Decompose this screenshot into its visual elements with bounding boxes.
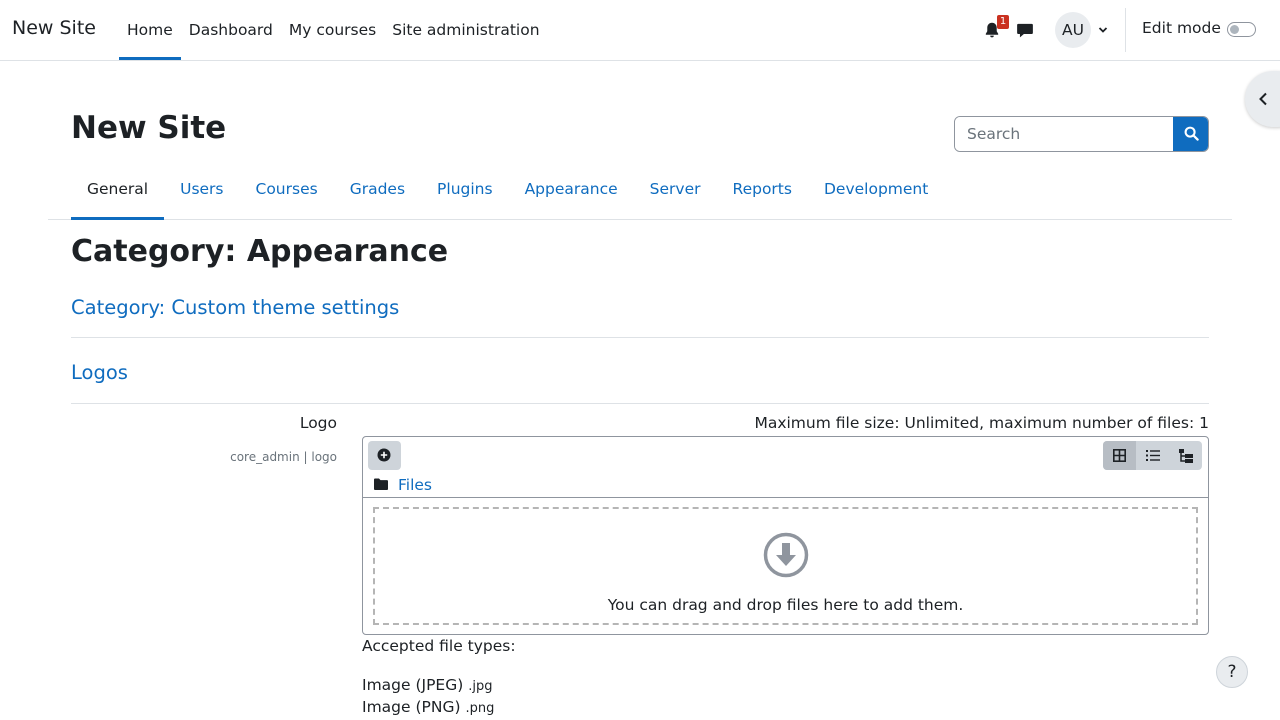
tab-grades[interactable]: Grades bbox=[334, 158, 421, 219]
notification-badge: 1 bbox=[997, 15, 1009, 29]
primary-nav: Home Dashboard My courses Site administr… bbox=[119, 0, 548, 60]
tab-server[interactable]: Server bbox=[634, 158, 717, 219]
nav-item-site-administration[interactable]: Site administration bbox=[384, 0, 547, 60]
file-type-item: Image (JPEG) .jpg bbox=[362, 676, 492, 694]
tab-courses[interactable]: Courses bbox=[240, 158, 334, 219]
file-type-extension: .jpg bbox=[468, 679, 493, 694]
plus-circle-icon bbox=[377, 448, 391, 462]
category-heading: Category: Appearance bbox=[71, 234, 449, 269]
tab-reports[interactable]: Reports bbox=[717, 158, 808, 219]
divider bbox=[363, 497, 1208, 498]
file-type-item: Image (PNG) .png bbox=[362, 698, 494, 716]
tab-plugins[interactable]: Plugins bbox=[421, 158, 509, 219]
file-type-name: Image (PNG) bbox=[362, 698, 461, 716]
grid-icon bbox=[1113, 449, 1126, 462]
file-type-extension: .png bbox=[465, 701, 495, 716]
section-heading-logos[interactable]: Logos bbox=[71, 361, 128, 384]
view-tree-button[interactable] bbox=[1169, 441, 1202, 470]
view-icons-button[interactable] bbox=[1103, 441, 1136, 470]
navbar-divider bbox=[1125, 8, 1126, 52]
setting-label: Logo bbox=[299, 414, 337, 432]
drop-instructions: You can drag and drop files here to add … bbox=[607, 596, 964, 614]
user-avatar[interactable]: AU bbox=[1055, 12, 1091, 48]
nav-item-dashboard[interactable]: Dashboard bbox=[181, 0, 281, 60]
files-path-link[interactable]: Files bbox=[398, 476, 432, 494]
tree-icon bbox=[1179, 449, 1193, 463]
search-input[interactable] bbox=[955, 117, 1174, 151]
nav-item-my-courses[interactable]: My courses bbox=[281, 0, 384, 60]
search-button[interactable] bbox=[1173, 117, 1208, 151]
max-file-size-text: Maximum file size: Unlimited, maximum nu… bbox=[754, 414, 1209, 432]
search-icon bbox=[1184, 126, 1199, 141]
file-type-name: Image (JPEG) bbox=[362, 676, 464, 694]
help-button[interactable]: ? bbox=[1216, 656, 1248, 688]
view-list-button[interactable] bbox=[1136, 441, 1169, 470]
chat-icon[interactable] bbox=[1016, 21, 1034, 39]
page-title: New Site bbox=[71, 110, 227, 146]
toggle-knob bbox=[1230, 25, 1239, 34]
tab-general[interactable]: General bbox=[71, 158, 165, 220]
list-icon bbox=[1146, 450, 1160, 461]
chevron-left-icon bbox=[1259, 92, 1267, 106]
tab-appearance[interactable]: Appearance bbox=[509, 158, 634, 219]
subcategory-link[interactable]: Category: Custom theme settings bbox=[71, 296, 399, 319]
tab-development[interactable]: Development bbox=[808, 158, 944, 219]
accepted-file-types-label: Accepted file types: bbox=[362, 637, 516, 655]
view-switcher bbox=[1103, 441, 1202, 470]
nav-item-home[interactable]: Home bbox=[119, 0, 181, 60]
add-file-button[interactable] bbox=[368, 441, 401, 470]
tab-users[interactable]: Users bbox=[164, 158, 239, 219]
edit-mode-label: Edit mode bbox=[1142, 19, 1221, 37]
site-brand[interactable]: New Site bbox=[12, 17, 96, 39]
file-drop-zone[interactable]: You can drag and drop files here to add … bbox=[373, 507, 1198, 625]
search-box bbox=[954, 116, 1209, 152]
divider bbox=[71, 337, 1209, 338]
top-navbar: New Site Home Dashboard My courses Site … bbox=[0, 0, 1280, 61]
edit-mode-toggle[interactable] bbox=[1227, 22, 1256, 37]
setting-key: core_admin | logo bbox=[230, 450, 337, 464]
folder-icon bbox=[374, 478, 388, 490]
file-manager: Files You can drag and drop files here t… bbox=[362, 436, 1209, 635]
download-arrow-icon bbox=[763, 532, 809, 578]
open-drawer-button[interactable] bbox=[1245, 71, 1280, 127]
chevron-down-icon[interactable] bbox=[1097, 24, 1109, 36]
divider bbox=[71, 403, 1209, 404]
secondary-nav: General Users Courses Grades Plugins App… bbox=[48, 158, 1232, 220]
